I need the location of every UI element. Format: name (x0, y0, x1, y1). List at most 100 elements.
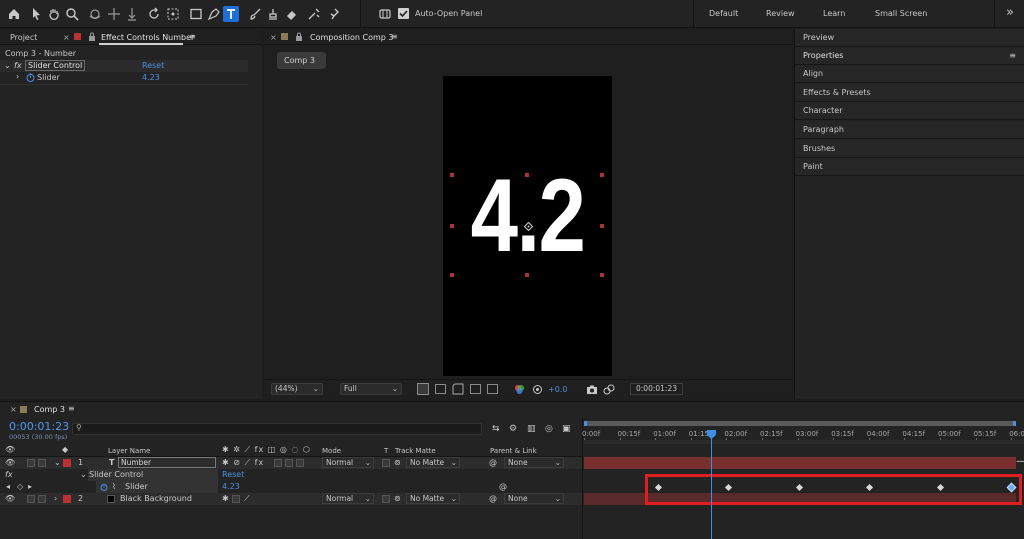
eye-icon[interactable]: 👁 (5, 457, 15, 469)
bbox-handle[interactable] (525, 273, 529, 277)
lock-toggle[interactable] (38, 495, 46, 503)
workspace-more-icon[interactable]: » (1006, 5, 1014, 20)
selection-tool-icon[interactable] (29, 7, 43, 21)
comp-canvas[interactable]: 4.2 (443, 76, 612, 376)
tab-project[interactable]: Project (10, 33, 37, 42)
panel-paint[interactable]: Paint (795, 158, 1024, 176)
playhead-line[interactable] (711, 432, 712, 539)
anchor-point-icon[interactable] (523, 221, 534, 232)
switch-box[interactable] (274, 459, 282, 467)
layer-expand-icon[interactable]: ⌄ (54, 457, 61, 469)
effect-expand-icon[interactable]: ⌄ (80, 469, 87, 481)
stopwatch-icon[interactable] (26, 73, 35, 82)
layer-name[interactable]: Number (118, 457, 216, 468)
bbox-handle[interactable] (450, 273, 454, 277)
comp-menu-icon[interactable]: ≡ (391, 32, 398, 41)
pick-whip-icon[interactable]: @ (489, 457, 497, 469)
comp-close-icon[interactable]: × (270, 33, 277, 42)
layer-label-color[interactable] (63, 459, 71, 467)
layer-label-color[interactable] (63, 495, 71, 503)
timeline-menu-icon[interactable]: ≡ (68, 404, 75, 413)
close-icon[interactable]: × (63, 33, 70, 42)
dolly-camera-icon[interactable] (125, 7, 139, 21)
comp-chip[interactable]: Comp 3 (277, 52, 326, 69)
auto-open-checkbox[interactable] (398, 8, 409, 19)
workspace-default[interactable]: Default (709, 9, 738, 18)
show-snapshot-icon[interactable] (603, 384, 615, 395)
switch-box[interactable] (232, 495, 240, 503)
eye-icon[interactable]: 👁 (5, 493, 15, 505)
preserve-transparency-toggle[interactable] (382, 459, 390, 467)
zoom-tool-icon[interactable] (65, 7, 79, 21)
panel-character[interactable]: Character (795, 102, 1024, 120)
tab-effect-controls[interactable]: Effect Controls Number (101, 33, 194, 42)
switch-box[interactable] (296, 459, 304, 467)
tab-timeline-comp[interactable]: Comp 3 (34, 405, 65, 414)
lock-toggle[interactable] (38, 459, 46, 467)
color-channels-icon[interactable] (514, 384, 525, 395)
quality-icon[interactable]: ⟋ (244, 493, 250, 505)
fx-icon[interactable]: fx (14, 61, 22, 70)
solo-toggle[interactable] (27, 459, 35, 467)
panel-properties[interactable]: Properties ≡ (795, 47, 1024, 65)
pen-tool-icon[interactable] (207, 7, 221, 21)
property-expand-icon[interactable]: › (16, 72, 19, 81)
layer-duration-bar[interactable] (584, 457, 1016, 469)
type-tool-icon[interactable] (223, 6, 239, 22)
rectangle-tool-icon[interactable] (189, 7, 203, 21)
parent-dropdown[interactable]: None ⌄ (504, 493, 564, 504)
workspace-small-screen[interactable]: Small Screen (875, 9, 927, 18)
matte-link-icon[interactable]: ⊚ (394, 493, 401, 505)
layer-switches[interactable]: ✱ ⊘ ⟋ fx (222, 457, 264, 469)
orbit-camera-icon[interactable] (88, 7, 102, 21)
home-icon[interactable] (7, 7, 21, 21)
comp-lock-icon[interactable] (295, 32, 303, 41)
next-keyframe-icon[interactable]: ▸ (28, 481, 32, 493)
bbox-handle[interactable] (450, 173, 454, 177)
eraser-tool-icon[interactable] (284, 7, 298, 21)
timeline-search-input[interactable]: ⚲ (72, 423, 482, 435)
graph-editor-icon[interactable]: ▣ (562, 424, 571, 434)
layer-name[interactable]: Black Background (120, 493, 192, 505)
matte-link-icon[interactable]: ⊚ (394, 457, 401, 469)
layer-bar-end-icon[interactable]: ⟿ (1016, 457, 1024, 469)
parent-dropdown[interactable]: None ⌄ (504, 457, 564, 468)
roto-brush-tool-icon[interactable] (307, 7, 321, 21)
mode-dropdown[interactable]: Normal ⌄ (322, 493, 374, 504)
workspace-learn[interactable]: Learn (823, 9, 845, 18)
track-matte-dropdown[interactable]: No Matte ⌄ (406, 457, 460, 468)
clone-stamp-tool-icon[interactable] (266, 7, 280, 21)
layer-row[interactable]: 👁 ⌄ 1 T Number ✱ ⊘ ⟋ fx Normal ⌄ ⊚ No Ma… (0, 457, 582, 469)
panel-brushes[interactable]: Brushes (795, 140, 1024, 158)
expression-pickwhip-icon[interactable]: @ (499, 481, 507, 493)
transparency-grid-icon[interactable] (435, 384, 446, 394)
effect-expand-icon[interactable]: ⌄ (4, 61, 11, 70)
bbox-handle[interactable] (600, 224, 604, 228)
panel-menu-icon[interactable]: ≡ (1009, 47, 1016, 65)
motion-blur-icon[interactable]: ◎ (545, 424, 553, 434)
mode-dropdown[interactable]: Normal ⌄ (322, 457, 374, 468)
exposure-value[interactable]: +0.0 (548, 385, 567, 394)
zoom-dropdown[interactable]: (44%) ⌄ (271, 383, 323, 395)
bbox-handle[interactable] (450, 224, 454, 228)
solo-toggle[interactable] (27, 495, 35, 503)
switch-box[interactable] (285, 459, 293, 467)
layer-expand-icon[interactable]: › (54, 493, 57, 505)
comp-timecode[interactable]: 0:00:01:23 (630, 383, 683, 395)
add-keyframe-icon[interactable]: ◇ (17, 481, 23, 493)
brush-tool-icon[interactable] (248, 7, 262, 21)
timeline-effect-reset[interactable]: Reset (222, 469, 244, 481)
snapping-icon[interactable] (378, 7, 392, 21)
frame-blending-icon[interactable]: ▥ (527, 424, 536, 434)
color-management-icon[interactable] (532, 384, 543, 395)
timeline-timecode[interactable]: 0:00:01:23 (9, 420, 69, 433)
timeline-slider-value[interactable]: 4.23 (222, 481, 240, 493)
workspace-review[interactable]: Review (766, 9, 795, 18)
timeline-close-icon[interactable]: × (10, 405, 17, 414)
prev-keyframe-icon[interactable]: ◂ (6, 481, 10, 493)
fast-previews-icon[interactable] (417, 383, 429, 395)
work-area-range[interactable] (584, 421, 1016, 426)
pick-whip-icon[interactable]: @ (489, 493, 497, 505)
track-matte-dropdown[interactable]: No Matte ⌄ (406, 493, 460, 504)
layer-switches[interactable]: ✱ (222, 493, 229, 505)
